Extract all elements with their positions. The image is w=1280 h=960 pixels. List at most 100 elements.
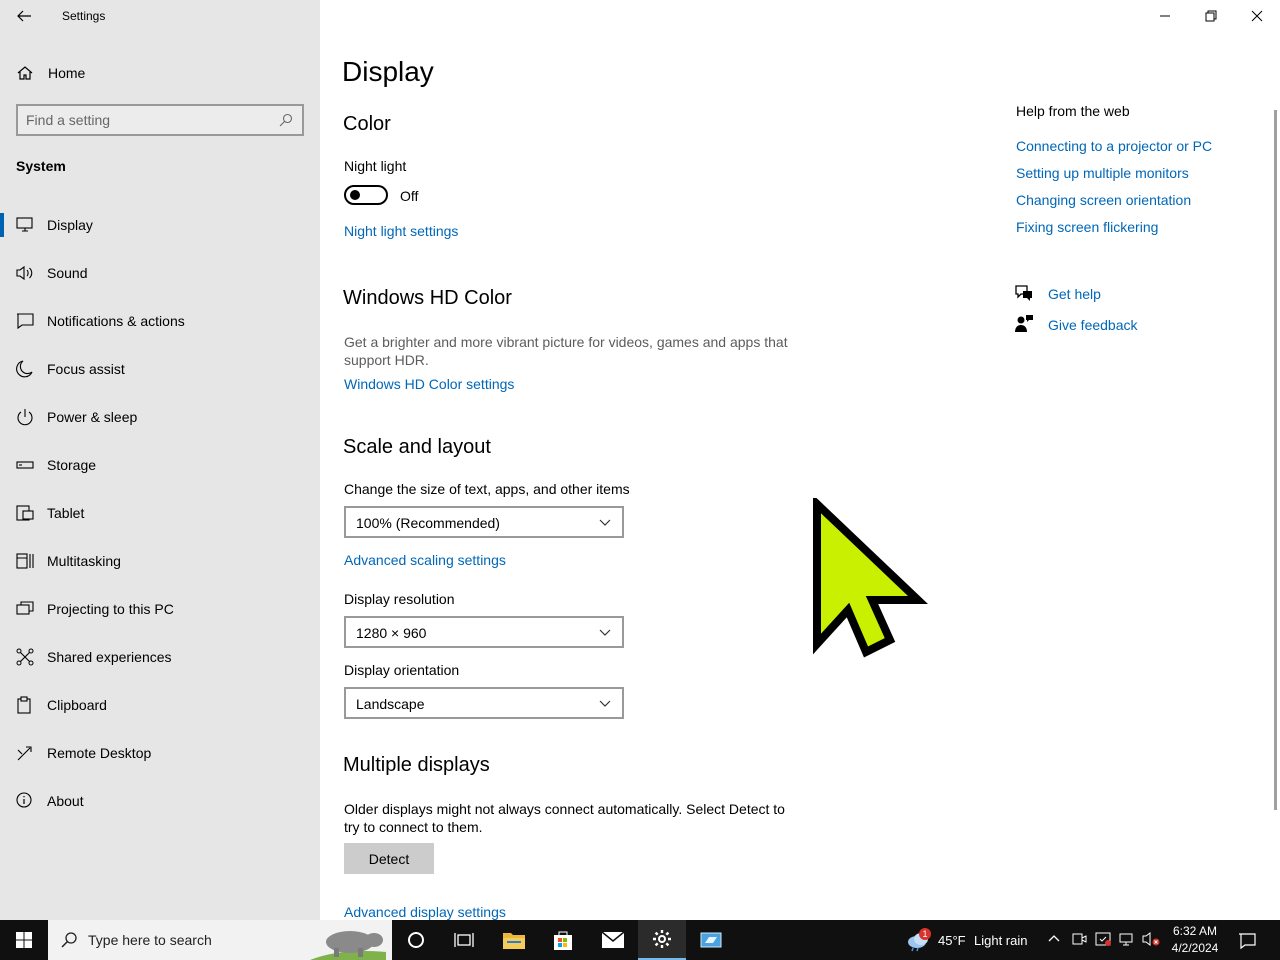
give-feedback-label: Give feedback xyxy=(1048,317,1138,333)
projecting-icon xyxy=(16,601,34,615)
give-feedback-link[interactable]: Give feedback xyxy=(1014,314,1214,336)
resolution-label: Display resolution xyxy=(344,591,455,607)
sidebar-item-power-sleep[interactable]: Power & sleep xyxy=(0,397,320,437)
sidebar-item-label: Shared experiences xyxy=(47,649,172,665)
help-link-multiple-monitors[interactable]: Setting up multiple monitors xyxy=(1016,165,1189,181)
microsoft-store-button[interactable] xyxy=(539,920,587,960)
sidebar-item-tablet[interactable]: Tablet xyxy=(0,493,320,533)
home-label: Home xyxy=(48,65,86,81)
help-link-flickering[interactable]: Fixing screen flickering xyxy=(1016,219,1158,235)
cortana-button[interactable] xyxy=(392,920,440,960)
tablet-icon xyxy=(16,505,34,521)
monitor-icon xyxy=(16,217,33,232)
scrollbar[interactable] xyxy=(1274,110,1277,810)
toggle-knob xyxy=(350,190,360,200)
chevron-up-icon[interactable] xyxy=(1047,931,1061,947)
scale-value: 100% (Recommended) xyxy=(356,515,500,531)
orientation-dropdown[interactable]: Landscape xyxy=(344,687,624,719)
help-title: Help from the web xyxy=(1016,103,1130,119)
get-help-link[interactable]: Get help xyxy=(1014,283,1214,305)
advanced-scaling-link[interactable]: Advanced scaling settings xyxy=(344,552,506,568)
sidebar-item-home[interactable]: Home xyxy=(0,58,320,88)
sidebar-item-label: Focus assist xyxy=(47,361,125,377)
sidebar-item-projecting[interactable]: Projecting to this PC xyxy=(0,589,320,629)
start-button[interactable] xyxy=(0,920,48,960)
volume-muted-icon[interactable] xyxy=(1142,931,1160,947)
color-heading: Color xyxy=(343,113,391,135)
back-button[interactable] xyxy=(10,4,38,28)
sidebar-item-remote-desktop[interactable]: Remote Desktop xyxy=(0,733,320,773)
action-center-icon[interactable] xyxy=(1238,932,1256,950)
power-icon xyxy=(17,409,33,426)
cortana-circle-icon xyxy=(408,932,424,948)
sidebar-item-clipboard[interactable]: Clipboard xyxy=(0,685,320,725)
multitasking-icon xyxy=(16,553,34,569)
minimize-button[interactable] xyxy=(1142,0,1188,32)
night-light-settings-link[interactable]: Night light settings xyxy=(344,223,458,239)
file-explorer-button[interactable] xyxy=(490,920,538,960)
sidebar-item-label: Tablet xyxy=(47,505,85,521)
sidebar-item-storage[interactable]: Storage xyxy=(0,445,320,485)
task-view-button[interactable] xyxy=(440,920,488,960)
hd-color-settings-link[interactable]: Windows HD Color settings xyxy=(344,376,514,392)
sidebar-item-focus-assist[interactable]: Focus assist xyxy=(0,349,320,389)
find-setting-input[interactable] xyxy=(26,111,276,129)
settings-taskbar-button[interactable] xyxy=(638,920,686,960)
close-icon xyxy=(1251,10,1263,22)
storage-icon xyxy=(16,461,34,469)
weather-temperature[interactable]: 45°F xyxy=(938,933,966,948)
back-arrow-icon xyxy=(17,10,31,22)
sidebar-item-display[interactable]: Display xyxy=(0,205,320,245)
notification-icon xyxy=(17,313,34,330)
help-link-projector[interactable]: Connecting to a projector or PC xyxy=(1016,138,1212,154)
hd-color-description: Get a brighter and more vibrant picture … xyxy=(344,334,788,368)
sidebar-item-label: Multitasking xyxy=(47,553,121,569)
help-link-orientation[interactable]: Changing screen orientation xyxy=(1016,192,1191,208)
sidebar-item-label: Notifications & actions xyxy=(47,313,185,329)
chevron-down-icon xyxy=(599,519,611,526)
sidebar-item-about[interactable]: About xyxy=(0,781,320,821)
clipboard-icon xyxy=(17,696,31,714)
scale-size-label: Change the size of text, apps, and other… xyxy=(344,481,630,497)
close-button[interactable] xyxy=(1234,0,1280,32)
sidebar-item-shared-experiences[interactable]: Shared experiences xyxy=(0,637,320,677)
info-icon xyxy=(16,792,32,808)
restore-button[interactable] xyxy=(1188,0,1234,32)
advanced-display-settings-link[interactable]: Advanced display settings xyxy=(344,904,506,920)
title-bar-left: Settings xyxy=(0,0,320,32)
minimize-icon xyxy=(1160,15,1170,17)
app-taskbar-button[interactable] xyxy=(687,920,735,960)
taskbar-search-box[interactable]: Type here to search xyxy=(48,920,392,960)
clock[interactable]: 6:32 AM 4/2/2024 xyxy=(1166,923,1224,957)
sidebar-item-label: Clipboard xyxy=(47,697,107,713)
sidebar-item-multitasking[interactable]: Multitasking xyxy=(0,541,320,581)
active-indicator xyxy=(0,213,4,237)
clock-time: 6:32 AM xyxy=(1172,924,1218,938)
multiple-displays-heading: Multiple displays xyxy=(343,754,490,776)
search-highlight-hippo-icon xyxy=(310,931,386,960)
sidebar-item-notifications[interactable]: Notifications & actions xyxy=(0,301,320,341)
meet-now-icon[interactable] xyxy=(1071,931,1087,947)
weather-condition[interactable]: Light rain xyxy=(974,933,1027,948)
chevron-down-icon xyxy=(599,629,611,636)
network-icon[interactable] xyxy=(1119,931,1135,947)
mail-button[interactable] xyxy=(589,920,637,960)
orientation-value: Landscape xyxy=(356,696,425,712)
shared-icon xyxy=(16,648,34,666)
sidebar-item-label: Storage xyxy=(47,457,97,473)
detect-button[interactable]: Detect xyxy=(344,843,434,874)
sidebar-item-sound[interactable]: Sound xyxy=(0,253,320,293)
security-icon[interactable] xyxy=(1095,931,1111,947)
app-title: Settings xyxy=(62,9,106,23)
multiple-displays-description: Older displays might not always connect … xyxy=(344,801,785,835)
find-setting-search[interactable] xyxy=(16,104,304,136)
orientation-label: Display orientation xyxy=(344,662,460,678)
taskbar: Type here to search 1 45°F Light rain 6:… xyxy=(0,920,1280,960)
scale-dropdown[interactable]: 100% (Recommended) xyxy=(344,506,624,538)
night-light-toggle[interactable] xyxy=(344,185,388,205)
taskbar-search-placeholder: Type here to search xyxy=(88,932,212,948)
hd-color-heading: Windows HD Color xyxy=(343,287,512,309)
sidebar-item-label: About xyxy=(47,793,84,809)
resolution-dropdown[interactable]: 1280 × 960 xyxy=(344,616,624,648)
mouse-cursor-icon xyxy=(813,498,928,658)
